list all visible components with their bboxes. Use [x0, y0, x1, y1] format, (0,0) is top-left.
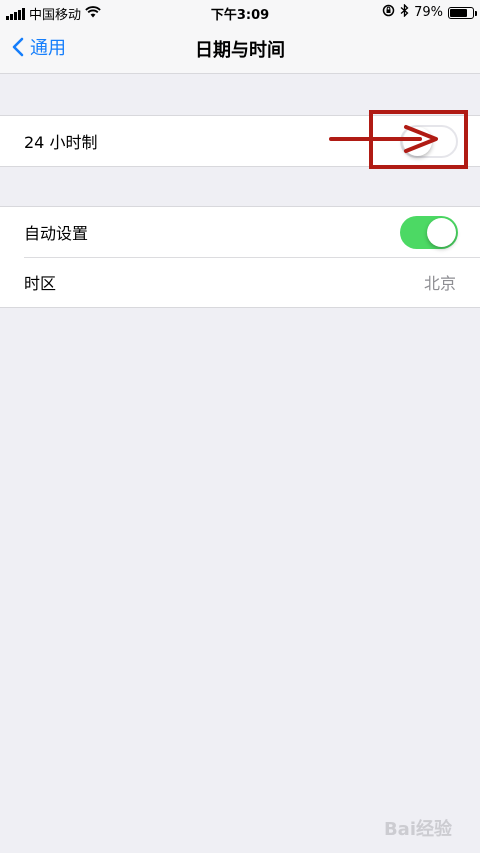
arrow-icon	[329, 125, 438, 153]
auto-set-label: 自动设置	[24, 224, 89, 243]
timezone-label: 时区	[24, 274, 57, 293]
timezone-value: 北京	[423, 274, 456, 293]
timezone-row[interactable]: 时区 北京	[0, 257, 480, 307]
auto-set-row: 自动设置	[0, 207, 480, 257]
watermark-text: Bai经验	[383, 819, 452, 840]
auto-set-toggle[interactable]	[400, 216, 458, 249]
watermark-logo: Bai经验	[384, 815, 452, 841]
toggle-knob	[427, 218, 456, 247]
date-time-group: 自动设置 时区 北京	[0, 206, 480, 308]
